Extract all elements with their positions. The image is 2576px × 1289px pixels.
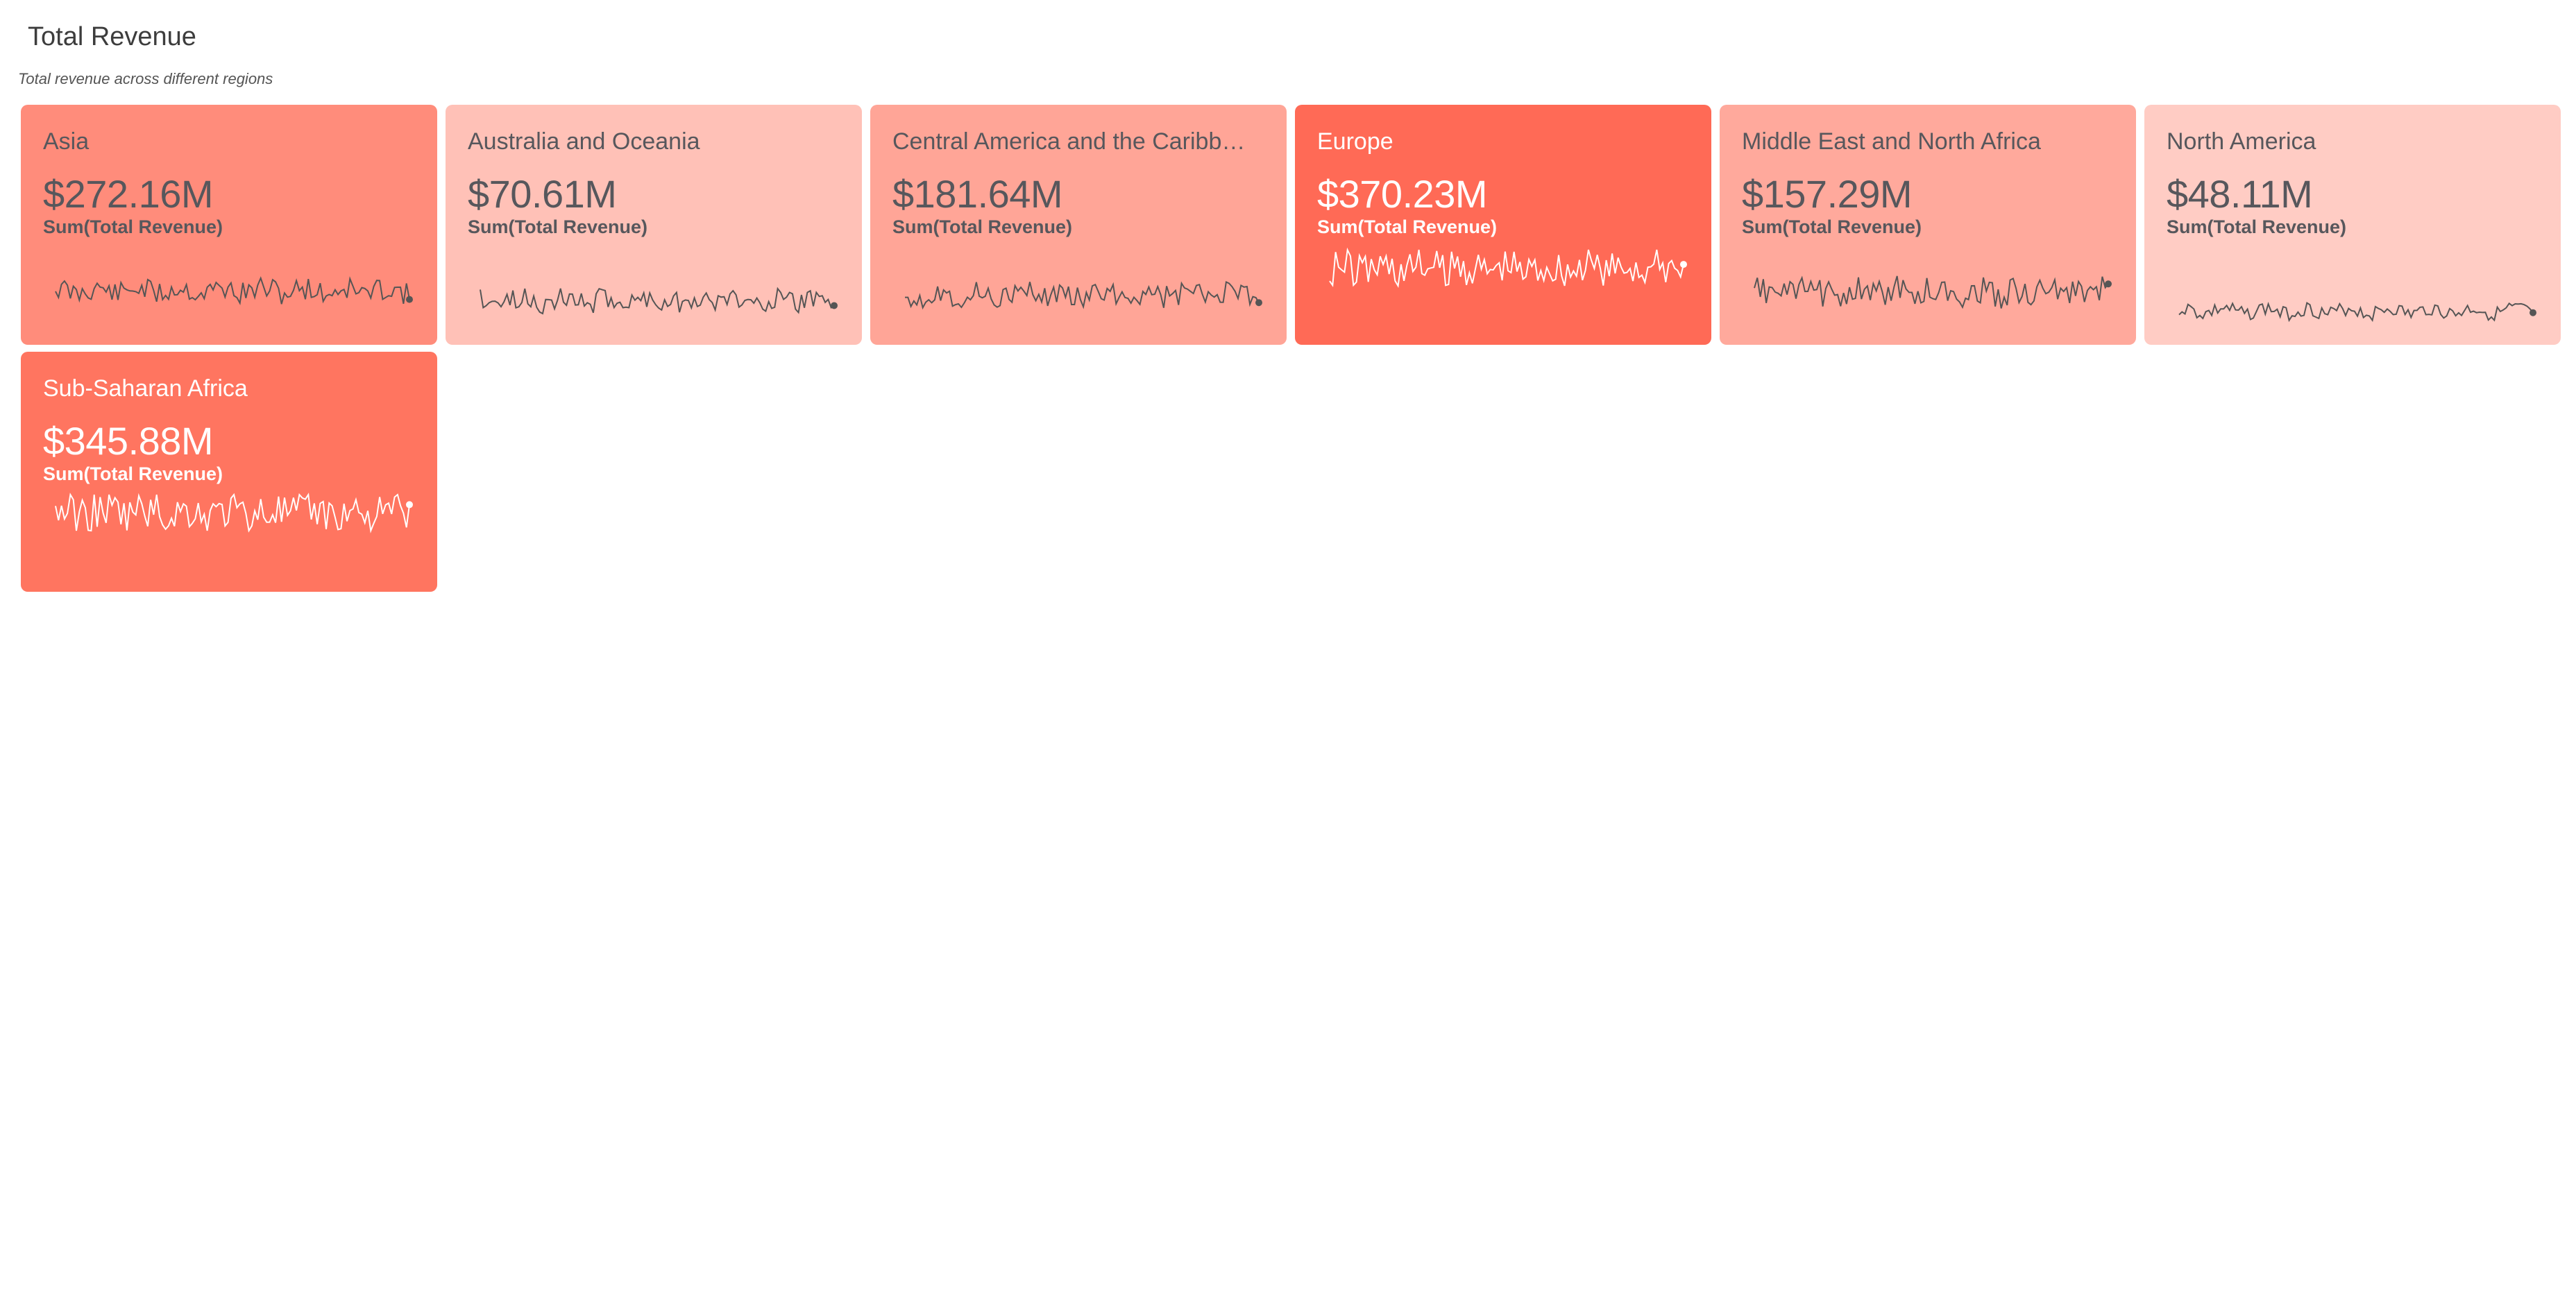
page-title: Total Revenue	[28, 22, 196, 51]
kpi-card-measure: Sum(Total Revenue)	[1742, 216, 1922, 237]
sparkline-path	[55, 493, 410, 533]
sparkline-end-marker	[2530, 309, 2536, 316]
kpi-card-asia[interactable]: Asia $272.16M Sum(Total Revenue)	[21, 105, 437, 345]
sparkline-path	[1754, 275, 2109, 309]
sparkline	[55, 276, 413, 306]
kpi-card-central-america-and-the-caribbean[interactable]: Central America and the Caribb… $181.64M…	[870, 105, 1287, 345]
sparkline-path	[1329, 247, 1684, 288]
sparkline-path	[905, 281, 1260, 310]
kpi-card-measure: Sum(Total Revenue)	[1317, 216, 1498, 237]
kpi-card-australia-and-oceania[interactable]: Australia and Oceania $70.61M Sum(Total …	[446, 105, 862, 345]
sparkline	[1329, 247, 1687, 288]
sparkline-path	[55, 276, 410, 306]
kpi-card-region-name: Asia	[43, 128, 90, 155]
sparkline-end-marker	[406, 296, 413, 303]
kpi-grid: Asia $272.16M Sum(Total Revenue) Austral…	[21, 105, 2564, 592]
kpi-card-region-name: Middle East and North Africa	[1742, 128, 2041, 155]
sparkline-end-marker	[406, 501, 413, 509]
kpi-card-middle-east-and-north-africa[interactable]: Middle East and North Africa $157.29M Su…	[1720, 105, 2136, 345]
sparkline	[1754, 275, 2112, 309]
sparkline-end-marker	[2105, 280, 2112, 288]
sparkline	[480, 287, 838, 315]
sparkline	[55, 493, 413, 533]
sparkline	[905, 281, 1262, 310]
kpi-card-north-america[interactable]: North America $48.11M Sum(Total Revenue)	[2144, 105, 2561, 345]
sparkline-path	[2178, 301, 2534, 323]
kpi-card-value: $48.11M	[2167, 172, 2313, 216]
kpi-card-measure: Sum(Total Revenue)	[892, 216, 1073, 237]
kpi-card-value: $70.61M	[468, 172, 617, 216]
kpi-card-europe[interactable]: Europe $370.23M Sum(Total Revenue)	[1295, 105, 1711, 345]
kpi-card-measure: Sum(Total Revenue)	[43, 216, 223, 237]
kpi-card-sub-saharan-africa[interactable]: Sub-Saharan Africa $345.88M Sum(Total Re…	[21, 352, 437, 592]
kpi-card-region-name: Sub-Saharan Africa	[43, 375, 248, 402]
page-subtitle: Total revenue across different regions	[18, 70, 273, 87]
kpi-card-region-name: Europe	[1317, 128, 1393, 155]
kpi-card-region-name: North America	[2167, 128, 2316, 155]
sparkline	[2178, 301, 2536, 323]
sparkline-end-marker	[1255, 299, 1262, 307]
sparkline-end-marker	[1680, 261, 1687, 268]
kpi-card-value: $181.64M	[892, 172, 1063, 216]
kpi-card-region-name: Central America and the Caribb…	[892, 128, 1246, 155]
kpi-card-measure: Sum(Total Revenue)	[468, 216, 648, 237]
sparkline-end-marker	[831, 302, 838, 309]
sparkline-path	[480, 287, 835, 315]
kpi-card-value: $157.29M	[1742, 172, 1913, 216]
kpi-card-value: $370.23M	[1317, 172, 1488, 216]
kpi-card-value: $272.16M	[43, 172, 214, 216]
kpi-card-value: $345.88M	[43, 419, 214, 463]
kpi-card-measure: Sum(Total Revenue)	[2167, 216, 2347, 237]
kpi-card-measure: Sum(Total Revenue)	[43, 463, 223, 484]
kpi-card-region-name: Australia and Oceania	[468, 128, 700, 155]
dashboard-page: Total Revenue Total revenue across diffe…	[0, 0, 2576, 1289]
